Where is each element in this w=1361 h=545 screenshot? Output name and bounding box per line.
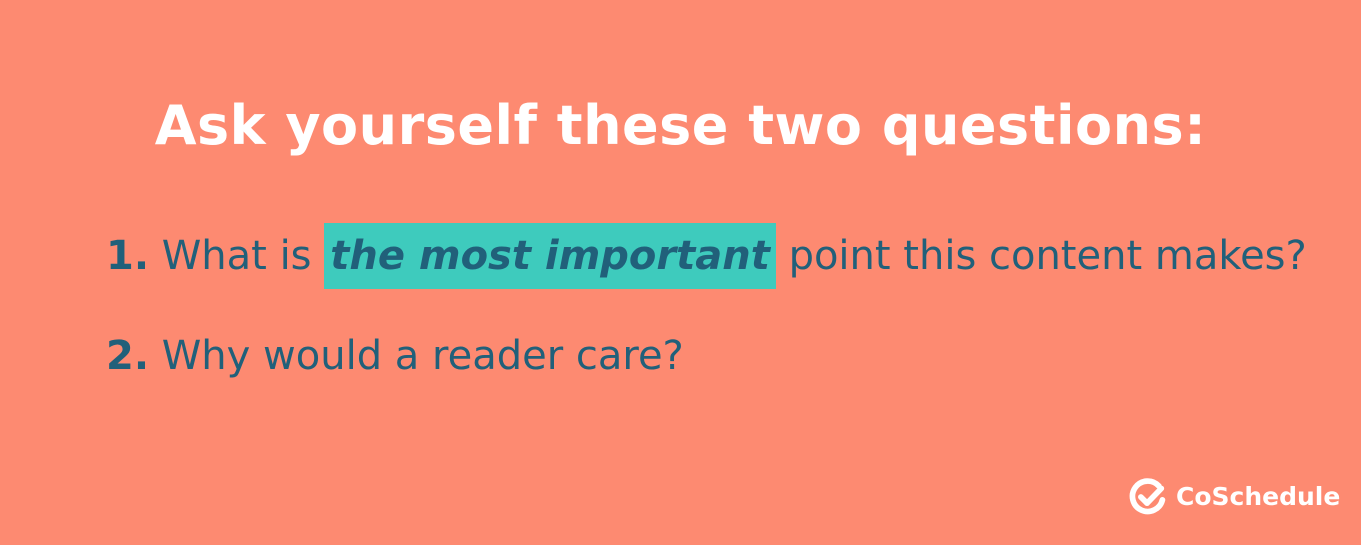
brand-name: CoSchedule bbox=[1176, 482, 1341, 511]
question-number: 2. bbox=[106, 333, 150, 379]
highlighted-phrase: the most important bbox=[324, 223, 776, 289]
headline: Ask yourself these two questions: bbox=[154, 94, 1207, 157]
infographic-canvas: Ask yourself these two questions: 1. Wha… bbox=[0, 0, 1361, 545]
question-2: 2. Why would a reader care? bbox=[106, 323, 1306, 389]
question-list: 1. What is the most important point this… bbox=[106, 223, 1307, 389]
question-text-after: point this content makes? bbox=[788, 233, 1307, 279]
question-number: 1. bbox=[106, 233, 150, 279]
checkmark-circle-icon bbox=[1129, 478, 1166, 515]
question-text: Why would a reader care? bbox=[161, 333, 684, 379]
question-1: 1. What is the most important point this… bbox=[106, 223, 1307, 289]
coschedule-logo: CoSchedule bbox=[1129, 477, 1340, 517]
question-text-before: What is bbox=[161, 233, 312, 279]
